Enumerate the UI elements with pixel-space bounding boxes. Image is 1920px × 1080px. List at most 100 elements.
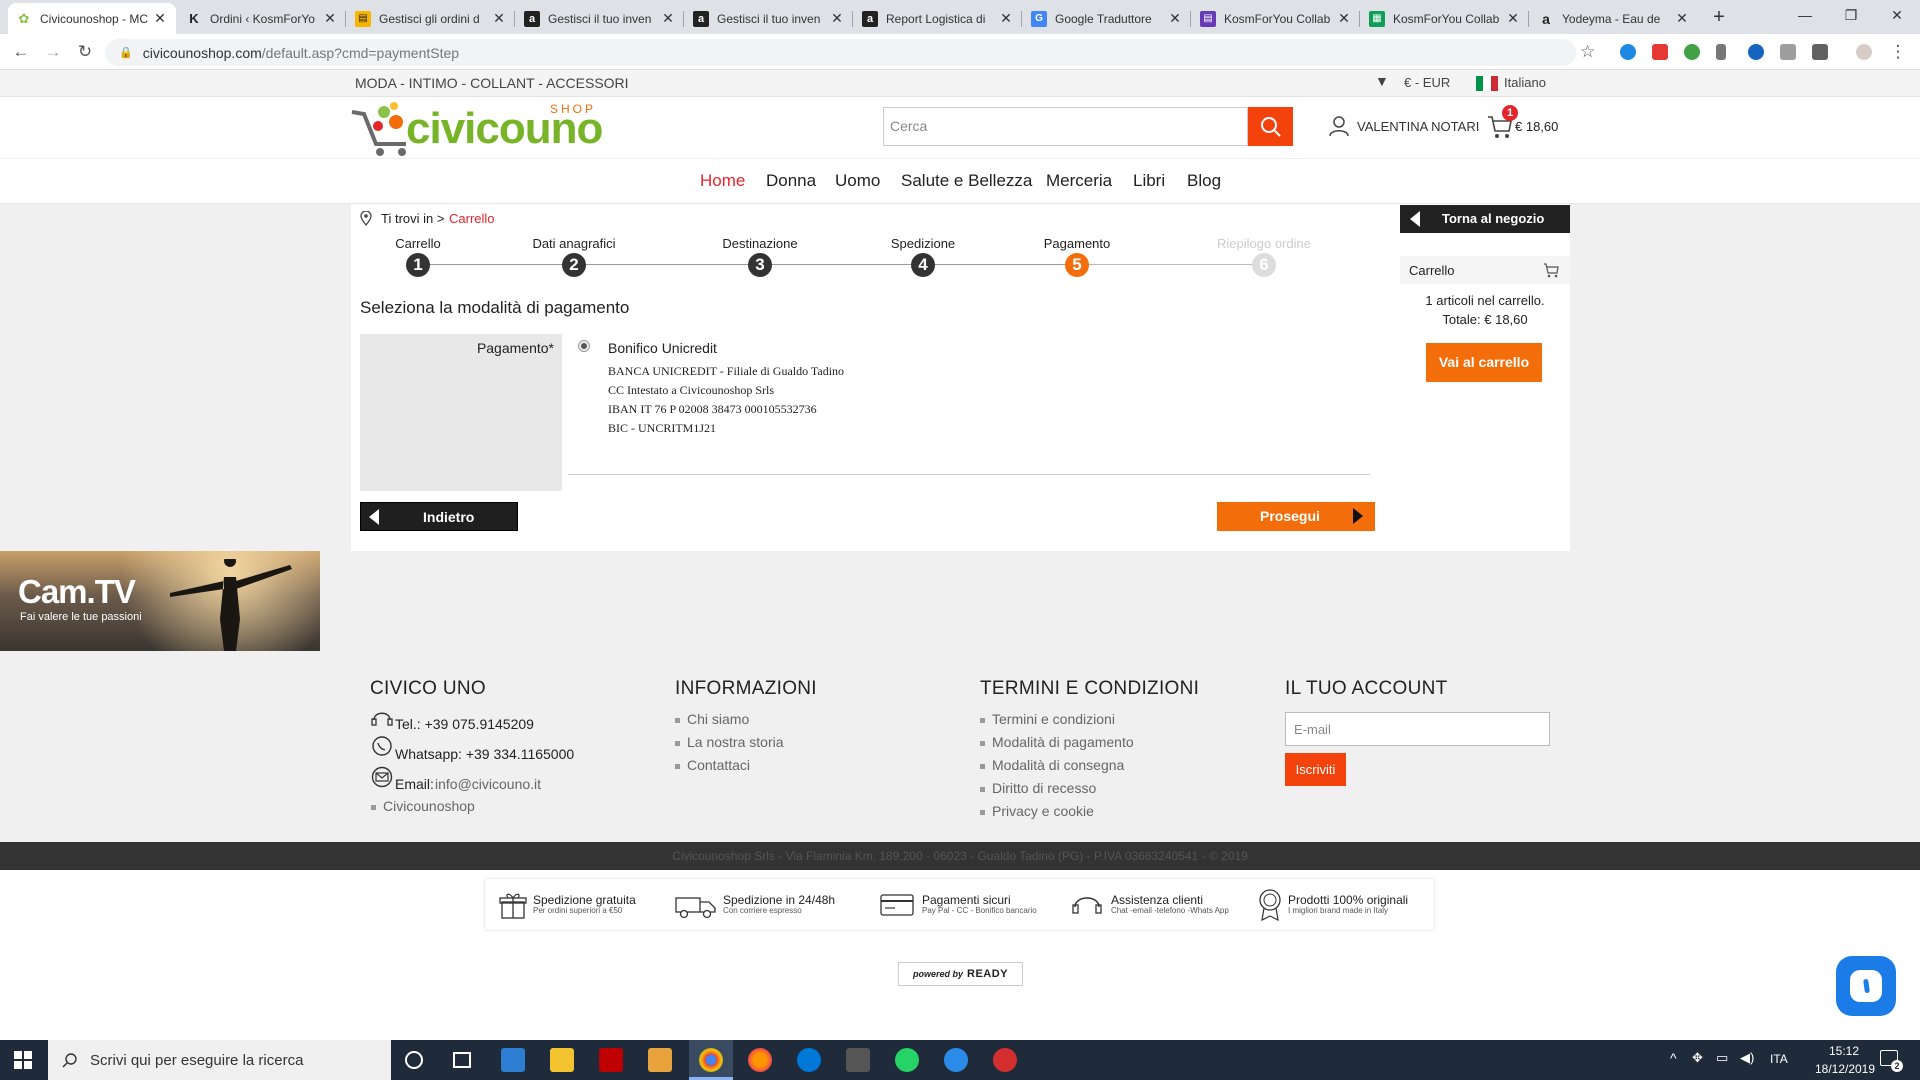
chevron-down-icon[interactable]: ▼ [1375,73,1389,89]
nav-home[interactable]: Home [700,171,745,191]
step-1[interactable]: 1 [406,253,430,277]
tab-kosmforyou-collab-sheet[interactable]: ▦ KosmForYou Collab ✕ [1361,3,1529,34]
tab-kosmforyou-collab-form[interactable]: ▤ KosmForYou Collab ✕ [1192,3,1360,34]
footer-link[interactable]: Privacy e cookie [980,803,1094,819]
search-input[interactable]: Cerca [883,107,1248,146]
bookmark-star-icon[interactable]: ☆ [1580,42,1595,62]
category-links[interactable]: MODA - INTIMO - COLLANT - ACCESSORI [355,75,629,91]
extension-icon[interactable] [1652,44,1668,60]
close-tab-icon[interactable]: ✕ [1336,10,1352,27]
next-button[interactable]: Prosegui [1217,502,1375,531]
footer-link[interactable]: Diritto di recesso [980,780,1096,796]
app-icon[interactable] [944,1048,968,1072]
close-tab-icon[interactable]: ✕ [1167,10,1183,27]
user-icon[interactable] [1328,115,1350,137]
search-button[interactable] [1248,107,1293,146]
footer-link[interactable]: Chi siamo [675,711,749,727]
firefox-icon[interactable] [748,1048,772,1072]
cart-total[interactable]: € 18,60 [1515,119,1558,134]
reload-icon[interactable]: ↻ [75,42,95,62]
user-name[interactable]: VALENTINA NOTARI [1357,119,1479,134]
close-tab-icon[interactable]: ✕ [998,10,1014,27]
currency-select[interactable]: € - EUR [1404,75,1450,90]
volume-icon[interactable]: ◀) [1740,1050,1754,1066]
tab-gestisci-inventario-1[interactable]: a Gestisci il tuo inven ✕ [516,3,684,34]
close-tab-icon[interactable]: ✕ [1674,10,1690,27]
close-window-icon[interactable]: ✕ [1874,0,1920,34]
extension-icon[interactable] [1620,44,1636,60]
app-icon[interactable] [846,1048,870,1072]
address-bar[interactable]: 🔒 civicounoshop.com/default.asp?cmd=paym… [105,39,1576,66]
profile-avatar-icon[interactable] [1856,44,1872,60]
back-button[interactable]: Indietro [360,502,518,531]
footer-link[interactable]: Termini e condizioni [980,711,1115,727]
whatsapp-icon[interactable] [895,1048,919,1072]
nav-merceria[interactable]: Merceria [1046,171,1112,191]
footer-whatsapp[interactable]: Whatsapp: +39 334.1165000 [395,746,574,762]
tab-report-logistica[interactable]: a Report Logistica di ✕ [854,3,1022,34]
footer-link[interactable]: Modalità di consegna [980,757,1124,773]
minimize-icon[interactable]: — [1782,0,1828,34]
tab-yodeyma[interactable]: a Yodeyma - Eau de ✕ [1530,3,1698,34]
clock-time[interactable]: 15:12 [1819,1044,1869,1058]
close-tab-icon[interactable]: ✕ [1505,10,1521,27]
close-tab-icon[interactable]: ✕ [660,10,676,27]
chat-widget-button[interactable] [1836,956,1896,1016]
store-icon[interactable] [501,1048,525,1072]
menu-dots-icon[interactable]: ⋮ [1888,42,1908,62]
civicouno-logo[interactable]: civicouno SHOP [350,100,604,160]
tab-civicounoshop[interactable]: ✿ Civicounoshop - MC ✕ [8,3,176,34]
taskbar-search-input[interactable]: Scrivi qui per eseguire la ricerca [48,1040,391,1080]
newsletter-email-input[interactable]: E-mail [1285,712,1550,746]
go-to-cart-button[interactable]: Vai al carrello [1426,343,1542,382]
input-language[interactable]: ITA [1770,1052,1788,1066]
media-player-icon[interactable] [648,1048,672,1072]
eyedropper-icon[interactable] [1716,44,1726,60]
close-tab-icon[interactable]: ✕ [152,10,168,27]
step-2[interactable]: 2 [562,253,586,277]
footer-link[interactable]: Contattaci [675,757,750,773]
restore-icon[interactable]: ❐ [1828,0,1874,34]
payment-method[interactable]: Bonifico Unicredit [608,340,717,356]
extension-icon[interactable] [1812,44,1828,60]
network-icon[interactable]: ▭ [1716,1050,1728,1066]
tab-gestisci-inventario-2[interactable]: a Gestisci il tuo inven ✕ [685,3,853,34]
subscribe-button[interactable]: Iscriviti [1285,753,1346,786]
extension-icon[interactable] [1780,44,1796,60]
language-select[interactable]: Italiano [1504,75,1546,90]
dropbox-icon[interactable]: ✥ [1692,1050,1703,1066]
breadcrumb-current[interactable]: Carrello [449,211,495,226]
task-view-icon[interactable] [453,1052,471,1068]
powered-by-badge[interactable]: powered by READY [898,962,1023,986]
tab-google-traduttore[interactable]: G Google Traduttore ✕ [1023,3,1191,34]
footer-tel[interactable]: Tel.: +39 075.9145209 [395,716,534,732]
footer-link-civicounoshop[interactable]: Civicounoshop [371,798,475,814]
clock-date[interactable]: 18/12/2019 [1812,1062,1878,1076]
filezilla-icon[interactable] [599,1048,623,1072]
extension-icon[interactable] [1684,44,1700,60]
close-tab-icon[interactable]: ✕ [829,10,845,27]
step-4[interactable]: 4 [911,253,935,277]
tab-ordini-kosmforyou[interactable]: K Ordini ‹ KosmForYo ✕ [178,3,346,34]
nav-libri[interactable]: Libri [1133,171,1165,191]
back-to-shop-button[interactable]: Torna al negozio [1400,205,1570,233]
footer-email-link[interactable]: info@civicouno.it [435,776,541,792]
back-arrow-icon[interactable]: ← [11,42,31,62]
bonifico-radio[interactable] [578,340,590,352]
step-3[interactable]: 3 [748,253,772,277]
forward-arrow-icon[interactable]: → [43,42,63,62]
cortana-icon[interactable] [405,1051,423,1069]
extension-icon[interactable] [1748,44,1764,60]
camtv-banner[interactable]: Cam.TV Fai valere le tue passioni [0,551,320,651]
chrome-icon[interactable] [699,1048,723,1072]
file-explorer-icon[interactable] [550,1048,574,1072]
nav-salute-bellezza[interactable]: Salute e Bellezza [901,171,1032,191]
show-hidden-icons-icon[interactable]: ^ [1670,1050,1677,1066]
nav-blog[interactable]: Blog [1187,171,1221,191]
windows-start-icon[interactable] [14,1051,32,1069]
edge-icon[interactable] [797,1048,821,1072]
close-tab-icon[interactable]: ✕ [322,10,338,27]
new-tab-button[interactable]: + [1707,4,1731,30]
nav-uomo[interactable]: Uomo [835,171,880,191]
footer-link[interactable]: La nostra storia [675,734,784,750]
